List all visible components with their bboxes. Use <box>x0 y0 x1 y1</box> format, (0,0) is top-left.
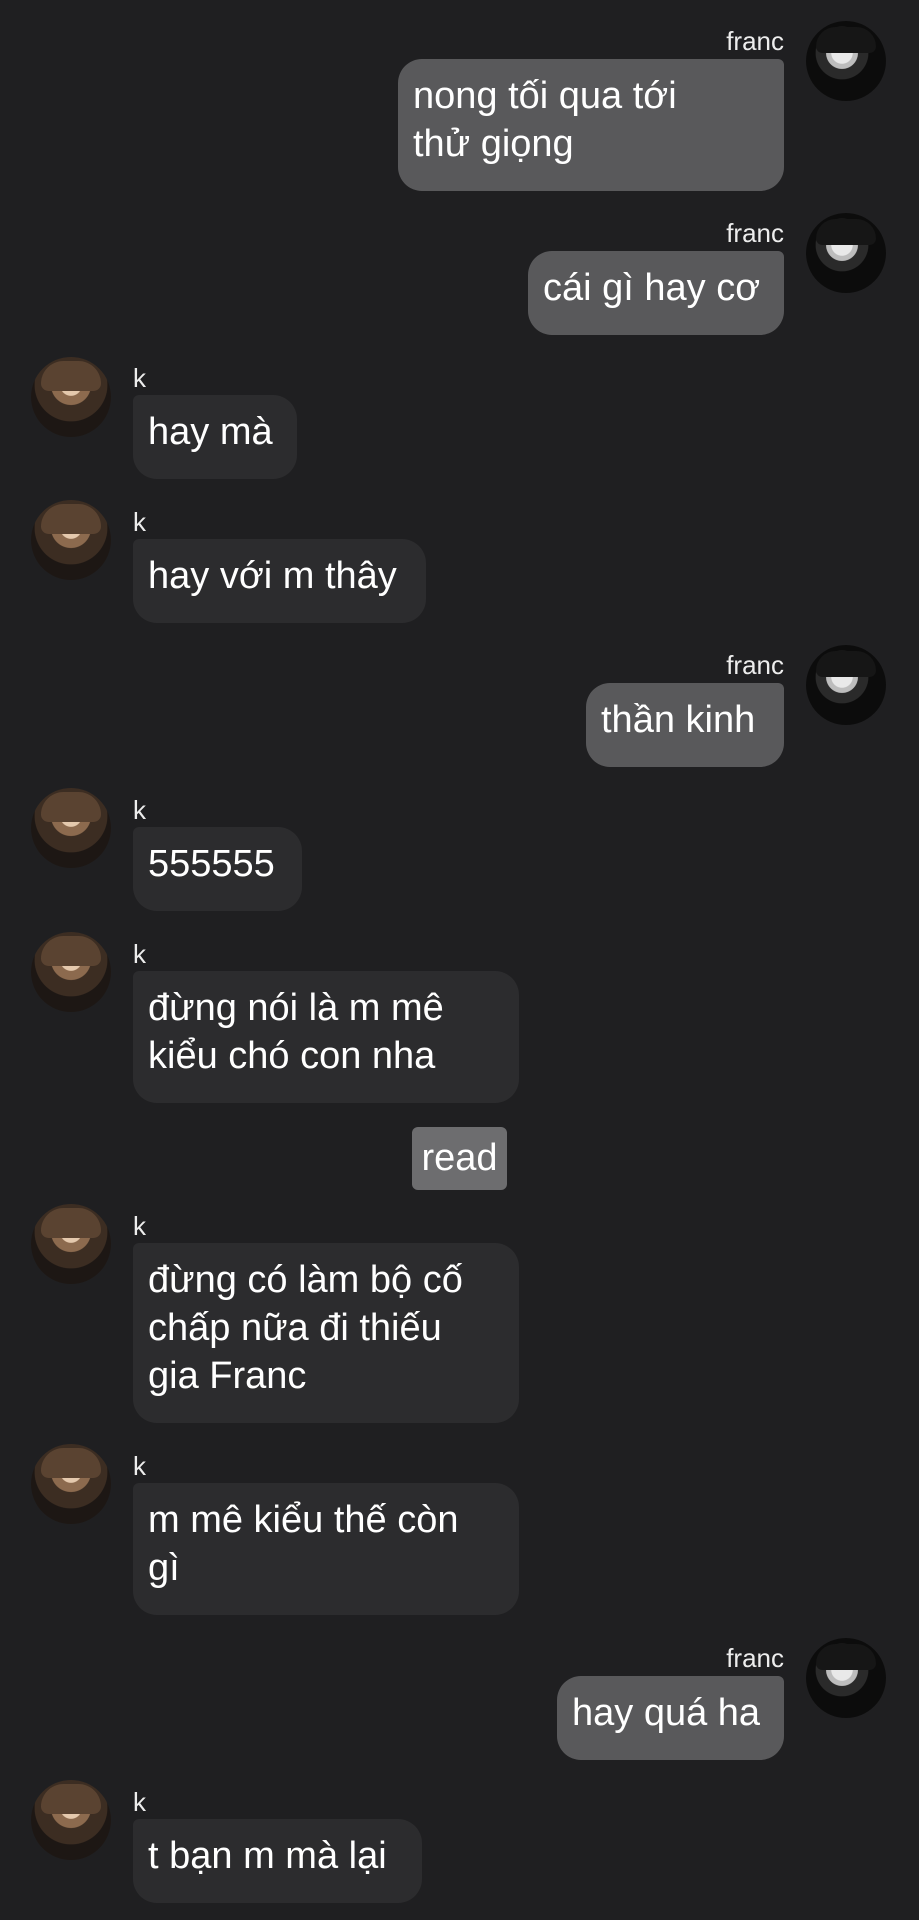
avatar-k-icon[interactable] <box>31 1204 111 1284</box>
message-bubble[interactable]: đừng nói là m mê kiểu chó con nha <box>133 971 519 1103</box>
sender-name: k <box>133 1451 146 1481</box>
message-bubble[interactable]: hay mà <box>133 395 297 479</box>
avatar-franc-icon[interactable] <box>806 645 886 725</box>
message-bubble[interactable]: đừng có làm bộ cố chấp nữa đi thiếu gia … <box>133 1243 519 1423</box>
sender-name: k <box>133 1211 146 1241</box>
avatar-franc-icon[interactable] <box>806 1638 886 1718</box>
sender-name: k <box>133 363 146 393</box>
message-bubble[interactable]: thần kinh <box>586 683 784 767</box>
avatar-k-icon[interactable] <box>31 788 111 868</box>
message-bubble[interactable]: hay quá ha <box>557 1676 784 1760</box>
avatar-franc-icon[interactable] <box>806 213 886 293</box>
avatar-k-icon[interactable] <box>31 500 111 580</box>
message-bubble[interactable]: m mê kiểu thế còn gì <box>133 1483 519 1615</box>
sender-name: franc <box>726 218 784 248</box>
sender-name: k <box>133 939 146 969</box>
avatar-k-icon[interactable] <box>31 357 111 437</box>
avatar-franc-icon[interactable] <box>806 21 886 101</box>
message-bubble[interactable]: nong tối qua tới thử giọng <box>398 59 784 191</box>
sender-name: franc <box>726 1643 784 1673</box>
sender-name: franc <box>726 26 784 56</box>
avatar-k-icon[interactable] <box>31 932 111 1012</box>
message-bubble[interactable]: 555555 <box>133 827 302 911</box>
message-bubble[interactable]: t bạn m mà lại <box>133 1819 422 1903</box>
sender-name: k <box>133 507 146 537</box>
sender-name: franc <box>726 650 784 680</box>
message-bubble[interactable]: cái gì hay cơ <box>528 251 784 335</box>
read-receipt: read <box>412 1127 507 1190</box>
message-bubble[interactable]: hay với m thây <box>133 539 426 623</box>
avatar-k-icon[interactable] <box>31 1780 111 1860</box>
sender-name: k <box>133 1787 146 1817</box>
sender-name: k <box>133 795 146 825</box>
avatar-k-icon[interactable] <box>31 1444 111 1524</box>
